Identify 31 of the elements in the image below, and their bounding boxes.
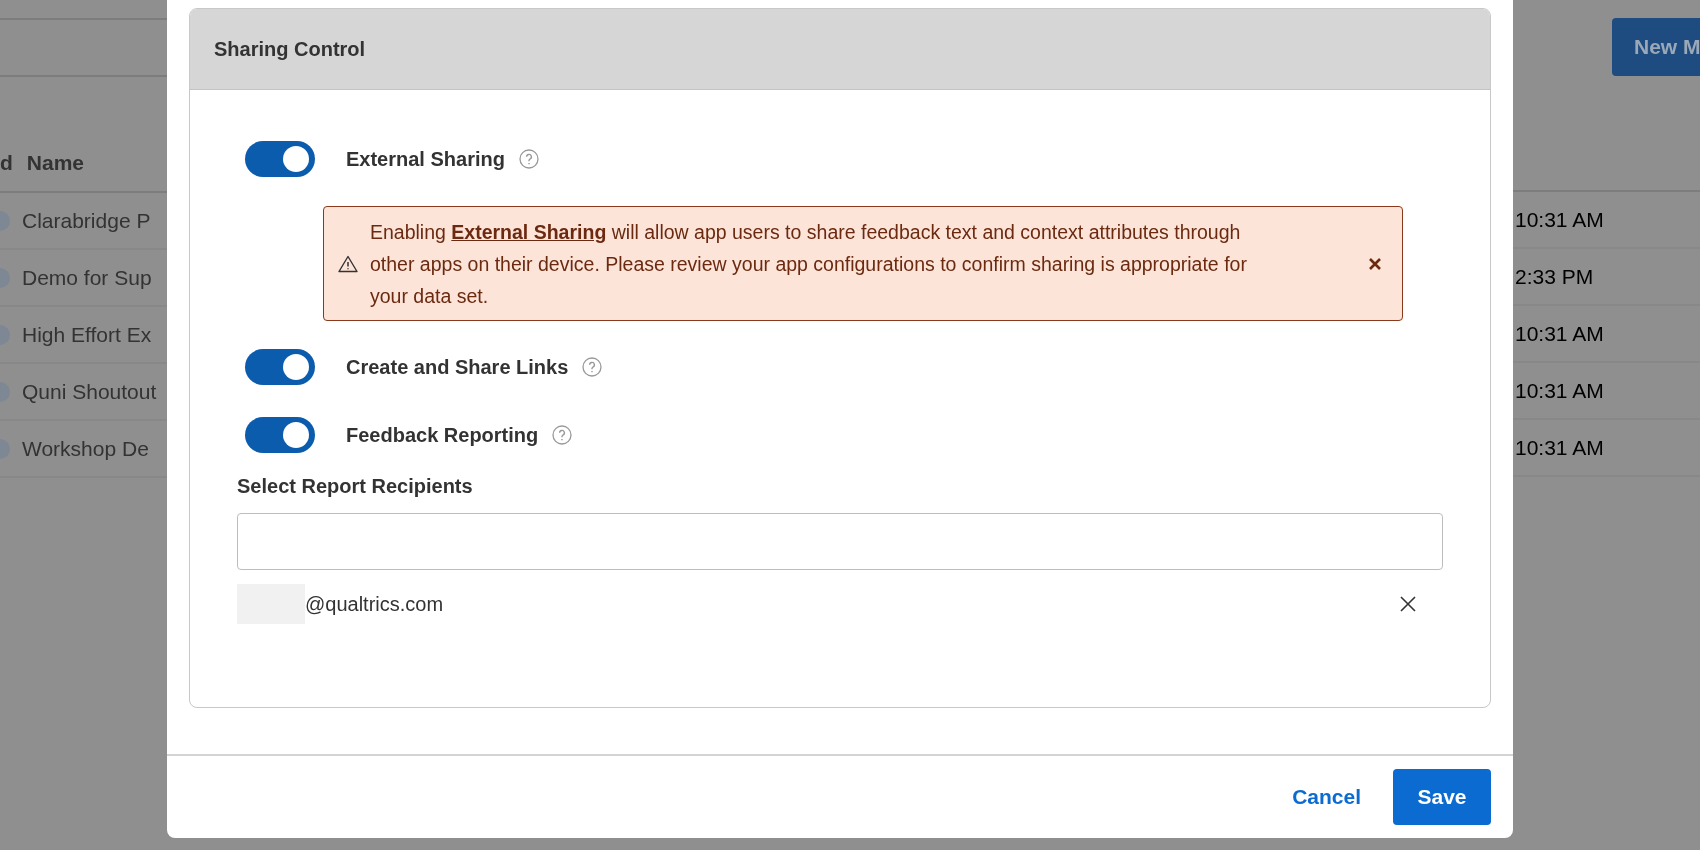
- help-icon[interactable]: [518, 149, 539, 169]
- toggle-label: Feedback Reporting: [346, 423, 539, 447]
- table-cell: 10:31 AM: [1515, 207, 1604, 232]
- field-label: Select Report Recipients: [237, 475, 474, 498]
- table-cell: 2:33 PM: [1515, 264, 1594, 289]
- recipient-email: @qualtrics.com: [305, 592, 445, 616]
- table-cell: 10:31 AM: [1515, 378, 1604, 403]
- help-icon[interactable]: [582, 357, 603, 377]
- table-cell: Quni Shoutout: [22, 379, 157, 404]
- toggle-switch[interactable]: [245, 141, 315, 177]
- table-cell: Workshop De: [22, 436, 149, 461]
- table-cell: Clarabridge P: [22, 208, 151, 233]
- toggle-switch[interactable]: [245, 417, 315, 453]
- warning-message: Enabling External Sharing will allow app users to share feedback text and context attributes through other apps on their device. Please review your app configurations to confirm sharing is appropriate for your data set.: [370, 219, 1248, 309]
- help-icon[interactable]: [552, 425, 573, 445]
- table-cell: High Effort Ex: [22, 322, 152, 347]
- card-title: Sharing Control: [214, 37, 366, 61]
- warning-icon: [338, 254, 358, 273]
- new-button[interactable]: New M: [1612, 18, 1700, 76]
- cancel-button[interactable]: Cancel: [1290, 785, 1363, 809]
- table-cell: 10:31 AM: [1515, 435, 1604, 460]
- table-cell: 10:31 AM: [1515, 321, 1604, 346]
- toggle-label: Create and Share Links: [346, 355, 569, 379]
- save-button[interactable]: Save: [1393, 769, 1491, 825]
- close-icon[interactable]: [1399, 595, 1417, 613]
- close-icon[interactable]: [1368, 256, 1382, 271]
- table-cell: Demo for Sup: [22, 265, 152, 290]
- toggle-label: External Sharing: [346, 147, 505, 171]
- toggle-switch[interactable]: [245, 349, 315, 385]
- column-header: Name: [26, 151, 85, 175]
- column-header: d: [0, 151, 13, 175]
